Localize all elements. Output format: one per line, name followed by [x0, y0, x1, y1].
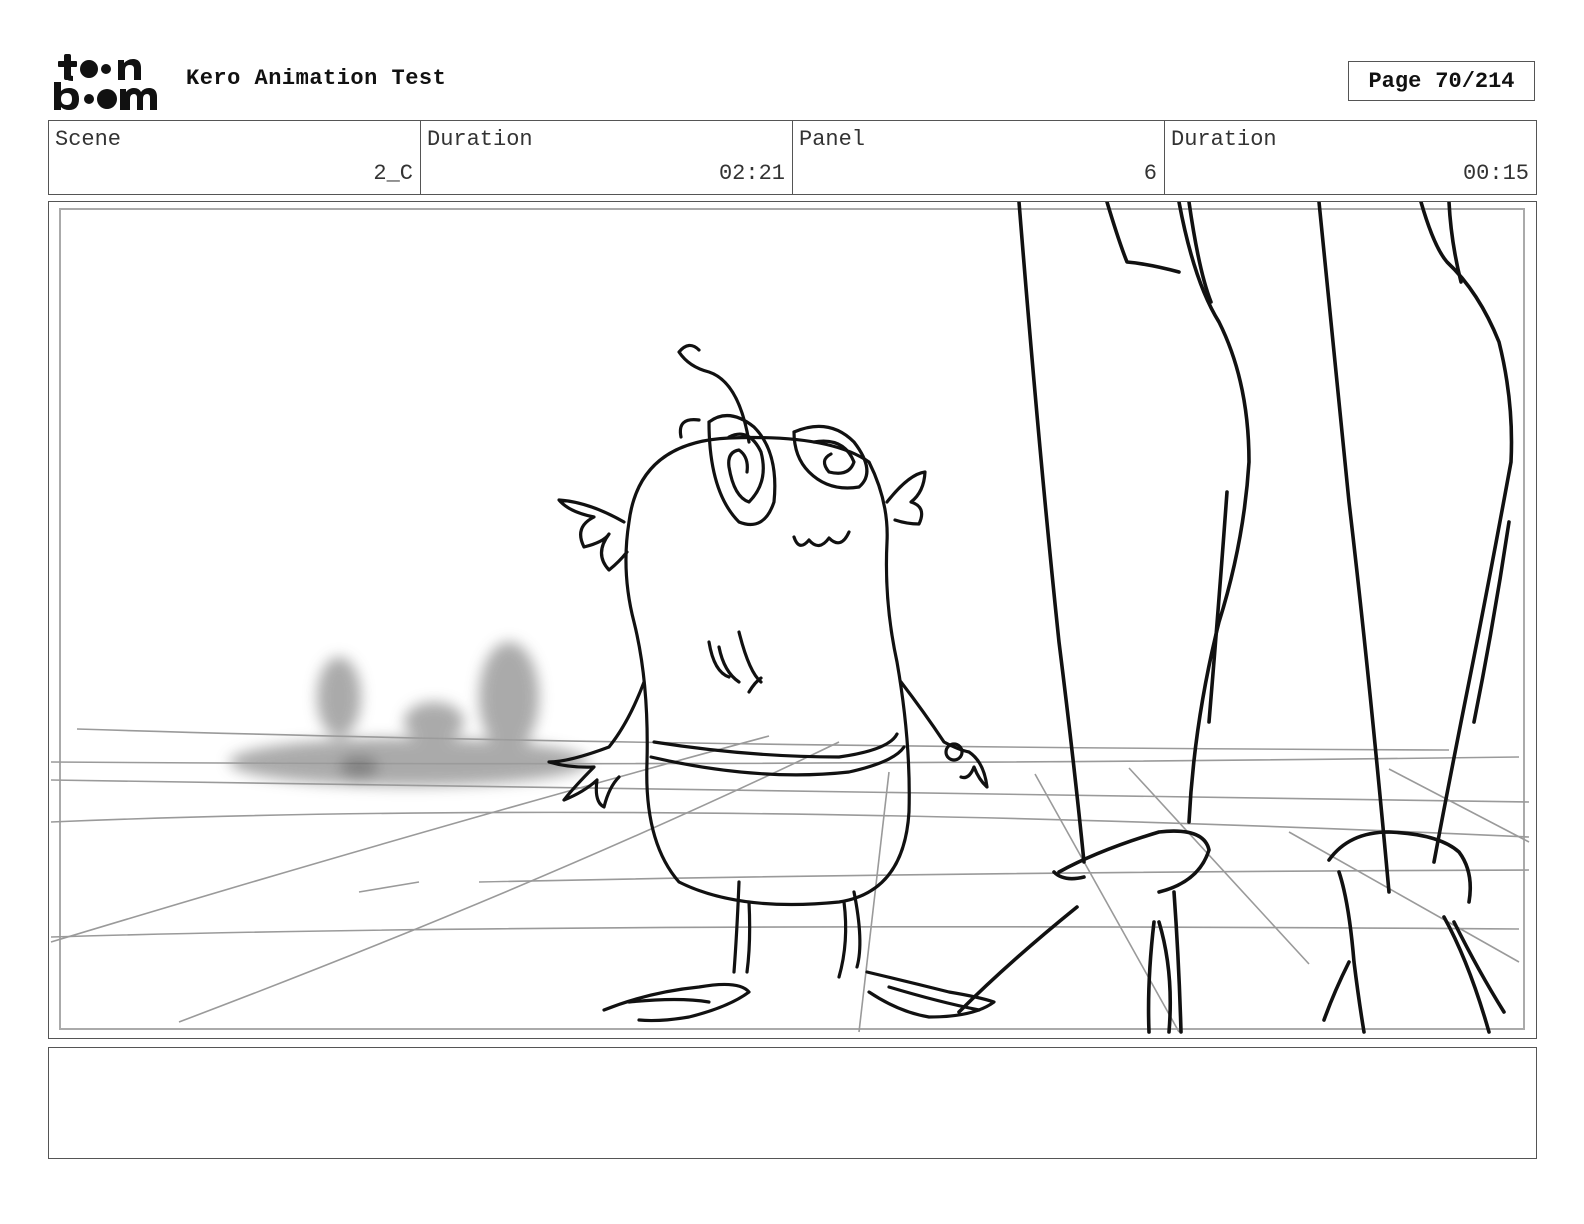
panel-duration-value: 00:15 — [1462, 161, 1529, 186]
page-label: Page — [1368, 68, 1422, 94]
scene-label: Scene — [55, 127, 122, 152]
panel-duration-label: Duration — [1171, 127, 1277, 152]
storyboard-sketch-icon — [50, 202, 1530, 1034]
panel-label: Panel — [799, 127, 866, 152]
toon-boom-logo — [52, 50, 164, 112]
storyboard-panel — [48, 201, 1537, 1039]
page-number: 70/214 — [1435, 68, 1515, 94]
scene-value: 2_C — [373, 161, 413, 186]
panel-notes — [48, 1047, 1537, 1159]
scene-cell: Scene 2_C — [49, 121, 421, 194]
scene-duration-cell: Duration 02:21 — [421, 121, 793, 194]
scene-duration-value: 02:21 — [718, 161, 785, 186]
panel-info-table: Scene 2_C Duration 02:21 Panel 6 Duratio… — [48, 120, 1537, 195]
project-title: Kero Animation Test — [186, 66, 447, 91]
panel-duration-cell: Duration 00:15 — [1165, 121, 1536, 194]
panel-value: 6 — [1143, 161, 1157, 186]
scene-duration-label: Duration — [427, 127, 533, 152]
page-indicator: Page 70/214 — [1348, 61, 1535, 101]
panel-cell: Panel 6 — [793, 121, 1165, 194]
